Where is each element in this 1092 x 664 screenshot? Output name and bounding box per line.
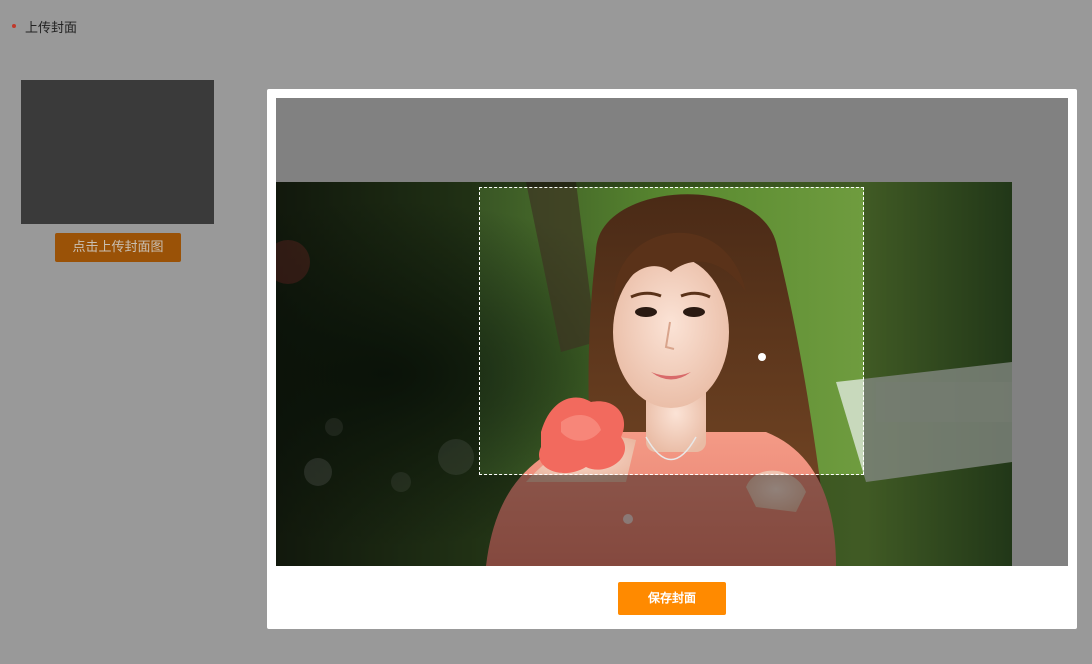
title-bullet: [12, 24, 16, 28]
page-title-text: 上传封面: [25, 20, 78, 36]
save-cover-button[interactable]: 保存封面: [618, 582, 726, 615]
crop-selection-box[interactable]: [479, 187, 864, 475]
cover-preview: [21, 80, 214, 224]
crop-dialog: 保存封面: [267, 89, 1077, 629]
photo-area: [276, 182, 1012, 566]
page-title: 上传封面: [10, 16, 77, 36]
upload-cover-button[interactable]: 点击上传封面图: [55, 233, 181, 262]
crop-stage: [276, 98, 1068, 566]
